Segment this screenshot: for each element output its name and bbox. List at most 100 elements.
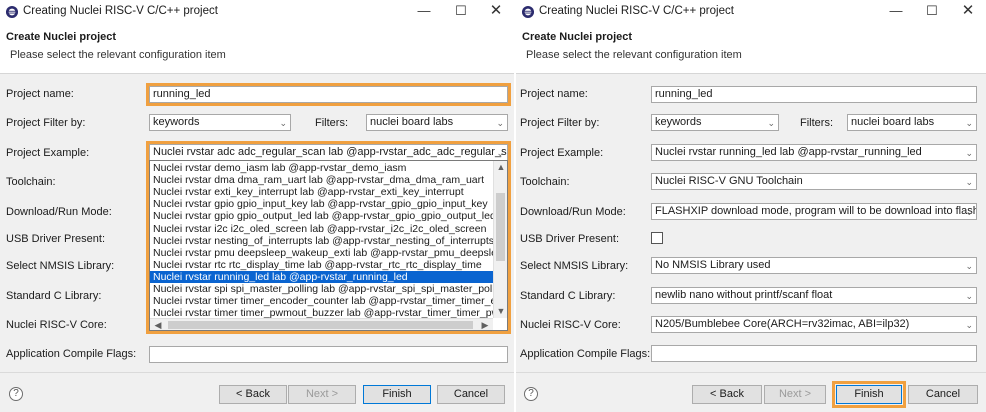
dropdown-option[interactable]: Nuclei rvstar spi spi_master_polling lab… bbox=[150, 283, 507, 295]
toolchain-label: Toolchain: bbox=[6, 176, 56, 188]
project-example-label: Project Example: bbox=[520, 147, 604, 159]
dropdown-horizontal-scrollbar[interactable]: ◀ ▶ bbox=[150, 318, 493, 330]
scroll-left-icon[interactable]: ◀ bbox=[152, 319, 164, 330]
cancel-button[interactable]: Cancel bbox=[908, 385, 978, 404]
chevron-down-icon: ⌄ bbox=[496, 148, 504, 158]
dropdown-option[interactable]: Nuclei rvstar exti_key_interrupt lab @ap… bbox=[150, 186, 493, 198]
chevron-down-icon: ⌄ bbox=[279, 118, 287, 128]
usb-driver-label: USB Driver Present: bbox=[6, 233, 106, 245]
dropdown-option[interactable]: Nuclei rvstar running_led lab @app-rvsta… bbox=[150, 270, 493, 283]
scroll-down-icon[interactable]: ▼ bbox=[495, 305, 507, 317]
button-bar: ? < Back Next > Finish Cancel bbox=[0, 372, 514, 412]
dropdown-option[interactable]: Nuclei rvstar demo_iasm lab @app-rvstar_… bbox=[150, 162, 493, 174]
dialog-right: Creating Nuclei RISC-V C/C++ project — ☐… bbox=[516, 0, 986, 412]
wizard-header: Create Nuclei project Please select the … bbox=[0, 24, 514, 74]
scroll-up-icon[interactable]: ▲ bbox=[495, 161, 507, 173]
nmsis-library-label: Select NMSIS Library: bbox=[6, 260, 115, 272]
filters-label: Filters: bbox=[800, 117, 833, 129]
chevron-down-icon: ⌄ bbox=[496, 118, 504, 128]
chevron-down-icon: ⌄ bbox=[965, 207, 973, 217]
finish-button[interactable]: Finish bbox=[363, 385, 431, 404]
riscv-core-label: Nuclei RISC-V Core: bbox=[6, 319, 107, 331]
back-button[interactable]: < Back bbox=[692, 385, 762, 404]
download-mode-select[interactable]: FLASHXIP download mode, program will to … bbox=[651, 203, 977, 220]
scrollbar-thumb[interactable] bbox=[496, 193, 505, 261]
scroll-right-icon[interactable]: ▶ bbox=[479, 319, 491, 330]
usb-driver-checkbox[interactable] bbox=[651, 232, 663, 244]
project-name-label: Project name: bbox=[520, 88, 588, 100]
project-example-value: Nuclei rvstar adc adc_regular_scan lab @… bbox=[153, 146, 508, 158]
filters-select[interactable]: nuclei board labs ⌄ bbox=[847, 114, 977, 131]
usb-driver-label: USB Driver Present: bbox=[520, 233, 620, 245]
dropdown-option[interactable]: Nuclei rvstar nesting_of_interrupts lab … bbox=[150, 235, 494, 247]
project-filter-select[interactable]: keywords ⌄ bbox=[149, 114, 291, 131]
project-example-select[interactable]: Nuclei rvstar adc adc_regular_scan lab @… bbox=[149, 144, 508, 161]
standard-c-library-select[interactable]: newlib nano without printf/scanf float ⌄ bbox=[651, 287, 977, 304]
title-bar: Creating Nuclei RISC-V C/C++ project — ☐… bbox=[516, 0, 986, 24]
page-title: Create Nuclei project bbox=[6, 31, 117, 43]
project-example-label: Project Example: bbox=[6, 147, 90, 159]
help-icon[interactable]: ? bbox=[524, 387, 538, 401]
project-filter-label: Project Filter by: bbox=[6, 117, 86, 129]
page-title: Create Nuclei project bbox=[522, 31, 633, 43]
minimize-icon[interactable]: — bbox=[406, 0, 442, 24]
project-name-label: Project name: bbox=[6, 88, 74, 100]
standard-c-library-value: newlib nano without printf/scanf float bbox=[655, 289, 833, 301]
nmsis-library-value: No NMSIS Library used bbox=[655, 259, 771, 271]
riscv-core-label: Nuclei RISC-V Core: bbox=[520, 319, 621, 331]
dropdown-option[interactable]: Nuclei rvstar timer timer_encoder_counte… bbox=[150, 295, 507, 307]
compile-flags-label: Application Compile Flags: bbox=[520, 348, 651, 360]
page-subtitle: Please select the relevant configuration… bbox=[526, 49, 742, 61]
project-name-input[interactable]: running_led bbox=[149, 86, 508, 103]
filters-select[interactable]: nuclei board labs ⌄ bbox=[366, 114, 508, 131]
download-mode-label: Download/Run Mode: bbox=[520, 206, 626, 218]
project-example-value: Nuclei rvstar running_led lab @app-rvsta… bbox=[655, 146, 922, 158]
dropdown-option[interactable]: Nuclei rvstar gpio gpio_input_key lab @a… bbox=[150, 198, 493, 210]
dropdown-option[interactable]: Nuclei rvstar pmu deepsleep_wakeup_exti … bbox=[150, 247, 507, 259]
nmsis-library-select[interactable]: No NMSIS Library used ⌄ bbox=[651, 257, 977, 274]
cancel-button[interactable]: Cancel bbox=[437, 385, 505, 404]
dialog-left: Creating Nuclei RISC-V C/C++ project — ☐… bbox=[0, 0, 514, 412]
toolchain-value: Nuclei RISC-V GNU Toolchain bbox=[655, 175, 803, 187]
project-filter-label: Project Filter by: bbox=[520, 117, 600, 129]
project-filter-select[interactable]: keywords ⌄ bbox=[651, 114, 779, 131]
next-button[interactable]: Next > bbox=[764, 385, 826, 404]
next-button[interactable]: Next > bbox=[288, 385, 356, 404]
dropdown-option[interactable]: Nuclei rvstar i2c i2c_oled_screen lab @a… bbox=[150, 223, 493, 235]
chevron-down-icon: ⌄ bbox=[965, 118, 973, 128]
app-icon bbox=[6, 6, 18, 18]
app-icon bbox=[522, 6, 534, 18]
close-icon[interactable]: ✕ bbox=[950, 0, 986, 24]
download-mode-label: Download/Run Mode: bbox=[6, 206, 112, 218]
filters-label: Filters: bbox=[315, 117, 348, 129]
title-bar: Creating Nuclei RISC-V C/C++ project — ☐… bbox=[0, 0, 514, 24]
scrollbar-thumb[interactable] bbox=[168, 321, 473, 329]
project-filter-value: keywords bbox=[655, 116, 702, 128]
project-example-select[interactable]: Nuclei rvstar running_led lab @app-rvsta… bbox=[651, 144, 977, 161]
nmsis-library-label: Select NMSIS Library: bbox=[520, 260, 629, 272]
dropdown-option[interactable]: Nuclei rvstar rtc rtc_display_time lab @… bbox=[150, 259, 493, 271]
project-name-input[interactable]: running_led bbox=[651, 86, 977, 103]
page-subtitle: Please select the relevant configuration… bbox=[10, 49, 226, 61]
riscv-core-select[interactable]: N205/Bumblebee Core(ARCH=rv32imac, ABI=i… bbox=[651, 316, 977, 333]
chevron-down-icon: ⌄ bbox=[965, 148, 973, 158]
close-icon[interactable]: ✕ bbox=[478, 0, 514, 24]
window-title: Creating Nuclei RISC-V C/C++ project bbox=[23, 5, 218, 17]
finish-button[interactable]: Finish bbox=[836, 385, 902, 404]
standard-c-library-label: Standard C Library: bbox=[6, 290, 102, 302]
dropdown-vertical-scrollbar[interactable]: ▲ ▼ bbox=[493, 161, 507, 318]
help-icon[interactable]: ? bbox=[9, 387, 23, 401]
project-example-dropdown[interactable]: Nuclei rvstar demo_iasm lab @app-rvstar_… bbox=[149, 160, 508, 331]
dropdown-option[interactable]: Nuclei rvstar gpio gpio_output_led lab @… bbox=[150, 210, 496, 222]
filters-value: nuclei board labs bbox=[851, 116, 935, 128]
toolchain-select[interactable]: Nuclei RISC-V GNU Toolchain ⌄ bbox=[651, 173, 977, 190]
maximize-icon[interactable]: ☐ bbox=[914, 0, 950, 24]
compile-flags-input[interactable] bbox=[149, 346, 508, 363]
minimize-icon[interactable]: — bbox=[878, 0, 914, 24]
maximize-icon[interactable]: ☐ bbox=[443, 0, 479, 24]
dropdown-option[interactable]: Nuclei rvstar dma dma_ram_uart lab @app-… bbox=[150, 174, 493, 186]
back-button[interactable]: < Back bbox=[219, 385, 287, 404]
download-mode-value: FLASHXIP download mode, program will to … bbox=[655, 205, 977, 217]
compile-flags-input[interactable] bbox=[651, 345, 977, 362]
window-title: Creating Nuclei RISC-V C/C++ project bbox=[539, 5, 734, 17]
